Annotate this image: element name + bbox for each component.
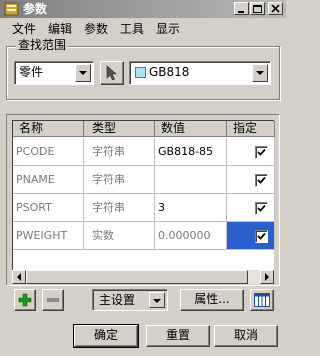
parameter-grid: 名称 类型 数值 指定 PCODE 字符串 GB818-85 PNAME 字符串 PSOR… — [12, 120, 275, 270]
checkmark-icon — [257, 176, 266, 184]
specified-checkbox[interactable] — [255, 174, 268, 187]
menu-edit[interactable]: 编辑 — [48, 22, 72, 36]
horizontal-scrollbar[interactable] — [12, 270, 274, 284]
specified-checkbox[interactable] — [255, 230, 268, 243]
column-header-type[interactable]: 类型 — [84, 121, 155, 137]
scroll-thumb[interactable] — [26, 270, 248, 284]
maximize-button[interactable] — [250, 2, 265, 15]
columns-button[interactable] — [250, 289, 274, 311]
param-value-cell[interactable]: 3 — [155, 194, 227, 222]
param-specified-cell[interactable] — [227, 222, 275, 250]
settings-select[interactable]: 主设置 — [92, 289, 168, 311]
minimize-icon — [238, 11, 244, 13]
scroll-left-button[interactable] — [12, 270, 26, 284]
add-button[interactable] — [14, 289, 36, 311]
param-name-cell[interactable]: PWEIGHT — [13, 222, 84, 250]
standard-select[interactable]: GB818 — [129, 61, 271, 85]
search-scope-label: 查找范围 — [16, 38, 69, 52]
remove-button[interactable] — [42, 289, 64, 311]
maximize-icon — [253, 5, 262, 13]
param-name-cell[interactable]: PSORT — [13, 194, 84, 222]
param-type-cell[interactable]: 字符串 — [84, 138, 155, 166]
minus-icon — [47, 298, 59, 302]
menu-tools[interactable]: 工具 — [120, 22, 144, 36]
part-icon — [135, 67, 146, 78]
arrow-right-icon — [265, 273, 269, 281]
pick-button[interactable] — [100, 61, 124, 85]
chevron-down-icon[interactable] — [149, 292, 165, 308]
menu-file[interactable]: 文件 — [12, 22, 36, 36]
param-type-cell[interactable]: 字符串 — [84, 194, 155, 222]
column-header-value[interactable]: 数值 — [155, 121, 227, 137]
scope-select-value: 零件 — [19, 65, 44, 79]
param-specified-cell[interactable] — [227, 194, 275, 222]
param-type-cell[interactable]: 实数 — [84, 222, 155, 250]
param-name-cell[interactable]: PCODE — [13, 138, 84, 166]
param-specified-cell[interactable] — [227, 138, 275, 166]
column-header-name[interactable]: 名称 — [13, 121, 84, 137]
param-value-cell[interactable]: 0.000000 — [155, 222, 227, 250]
minimize-button[interactable] — [234, 2, 249, 15]
checkmark-icon — [257, 204, 266, 212]
window-title: 参数 — [23, 2, 48, 16]
chevron-down-icon[interactable] — [252, 64, 268, 82]
param-specified-cell[interactable] — [227, 166, 275, 194]
scroll-right-button[interactable] — [260, 270, 274, 284]
param-type-cell[interactable]: 字符串 — [84, 166, 155, 194]
chevron-down-icon[interactable] — [75, 64, 91, 82]
reset-button[interactable]: 重置 — [146, 325, 210, 347]
scope-select[interactable]: 零件 — [14, 61, 94, 85]
parameters-dialog: 参数 文件 编辑 参数 工具 显示 查找范围 零件 GB818 名称 类型 数值… — [0, 0, 286, 356]
arrow-left-icon — [17, 273, 21, 281]
cursor-arrow-icon — [106, 65, 117, 81]
param-name-cell[interactable]: PNAME — [13, 166, 84, 194]
checkmark-icon — [257, 148, 266, 156]
close-icon — [271, 5, 280, 13]
menu-view[interactable]: 显示 — [156, 22, 180, 36]
standard-select-value: GB818 — [149, 65, 190, 79]
param-value-cell[interactable] — [155, 166, 227, 194]
cancel-button[interactable]: 取消 — [214, 325, 278, 347]
plus-icon — [18, 293, 32, 307]
menu-bar: 文件 编辑 参数 工具 显示 — [0, 19, 286, 39]
specified-checkbox[interactable] — [255, 146, 268, 159]
menu-parameters[interactable]: 参数 — [84, 22, 108, 36]
properties-button[interactable]: 属性... — [180, 289, 244, 311]
table-columns-icon — [254, 293, 270, 307]
column-header-specified[interactable]: 指定 — [227, 121, 275, 137]
close-button[interactable] — [268, 2, 283, 15]
app-icon — [4, 2, 19, 16]
param-value-cell[interactable]: GB818-85 — [155, 138, 227, 166]
checkmark-icon — [257, 232, 266, 240]
title-bar[interactable]: 参数 — [0, 0, 286, 18]
ok-button[interactable]: 确定 — [73, 324, 139, 348]
specified-checkbox[interactable] — [255, 202, 268, 215]
settings-select-value: 主设置 — [99, 293, 136, 307]
